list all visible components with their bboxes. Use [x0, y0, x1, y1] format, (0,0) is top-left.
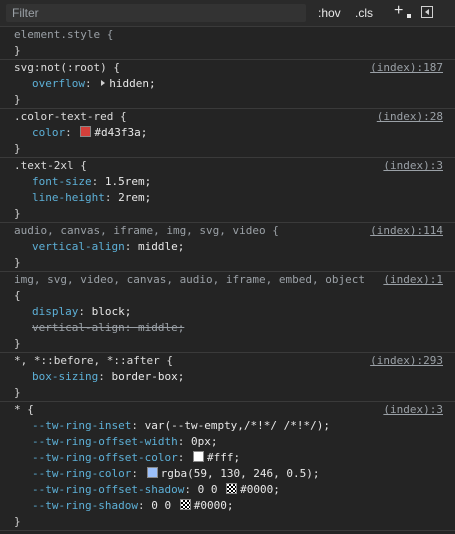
property-name: --tw-ring-shadow	[32, 499, 138, 512]
source-link[interactable]: (index):293	[370, 353, 443, 369]
source-link[interactable]: (index):28	[377, 109, 443, 125]
rule-color-text-red: .color-text-red { (index):28 color: #d43f…	[0, 109, 455, 158]
declaration[interactable]: --tw-ring-offset-width: 0px;	[0, 434, 455, 450]
property-name: --tw-ring-offset-color	[32, 451, 178, 464]
declaration[interactable]: font-size: 1.5rem;	[0, 174, 455, 190]
property-value: var(--tw-empty,/*!*/ /*!*/);	[144, 419, 331, 432]
source-link[interactable]: (index):187	[370, 60, 443, 76]
property-name: color	[32, 126, 66, 139]
property-value: 1.5rem;	[104, 175, 152, 188]
rule-universal-tw-ring: * { (index):3 --tw-ring-inset: var(--tw-e…	[0, 402, 455, 531]
toggle-sidebar-icon[interactable]	[421, 6, 433, 18]
rule-close: }	[14, 515, 21, 528]
color-swatch-icon[interactable]	[146, 467, 158, 478]
rule-close: }	[14, 386, 21, 399]
declaration[interactable]: --tw-ring-shadow: 0 0 #0000;	[0, 498, 455, 514]
cls-button[interactable]: .cls	[355, 5, 373, 21]
source-link[interactable]: (index):114	[370, 223, 443, 239]
rule-svg-not-root: svg:not(:root) { (index):187 overflow: hi…	[0, 60, 455, 109]
color-swatch-icon[interactable]	[80, 126, 92, 137]
property-name: --tw-ring-color	[32, 467, 132, 480]
property-value: #fff;	[206, 451, 241, 464]
rule-open: {	[14, 289, 21, 302]
property-name: --tw-ring-offset-shadow	[32, 483, 185, 496]
rule-selector[interactable]: svg:not(:root) {	[14, 61, 120, 74]
rule-selector[interactable]: element.style {	[0, 27, 455, 43]
property-name: --tw-ring-offset-width	[32, 435, 178, 448]
rule-selector[interactable]: img, svg, video, canvas, audio, iframe, …	[14, 273, 365, 286]
declaration[interactable]: box-sizing: border-box;	[0, 369, 455, 385]
declaration[interactable]: overflow: hidden;	[0, 76, 455, 92]
rule-selector[interactable]: *, *::before, *::after {	[14, 354, 173, 367]
declaration[interactable]: --tw-ring-offset-shadow: 0 0 #0000;	[0, 482, 455, 498]
rule-close: }	[14, 142, 21, 155]
property-value: 0 0	[151, 499, 178, 512]
property-value: middle;	[137, 321, 185, 334]
source-link[interactable]: (index):3	[383, 402, 443, 418]
property-name: --tw-ring-inset	[32, 419, 132, 432]
expand-triangle-icon[interactable]	[101, 80, 106, 86]
rule-close: }	[14, 207, 21, 220]
rule-selector[interactable]: .color-text-red {	[14, 110, 127, 123]
source-link[interactable]: (index):3	[383, 158, 443, 174]
rule-close: }	[14, 44, 21, 57]
property-name: vertical-align	[32, 321, 125, 334]
rule-close: }	[14, 93, 21, 106]
rule-text-2xl: .text-2xl {(index):3 font-size: 1.5rem; …	[0, 158, 455, 223]
rule-element-style: element.style { }	[0, 27, 455, 60]
new-rule-corner-icon	[407, 14, 411, 18]
property-value: middle;	[137, 240, 185, 253]
property-name: overflow	[32, 77, 85, 90]
property-value: rgba(59, 130, 246, 0.5);	[160, 467, 320, 480]
transparent-color-swatch-icon[interactable]	[179, 499, 191, 510]
property-value-color: #0000;	[193, 499, 234, 512]
property-value: block;	[91, 305, 132, 318]
property-name: vertical-align	[32, 240, 125, 253]
rule-close: }	[14, 256, 21, 269]
rule-selector[interactable]: .text-2xl {	[14, 159, 87, 172]
rule-universal-box-sizing: *, *::before, *::after { (index):293 box-…	[0, 353, 455, 402]
property-value: hidden;	[109, 77, 156, 90]
declaration[interactable]: vertical-align: middle;	[0, 239, 455, 255]
property-value-color: #0000;	[240, 483, 280, 496]
rule-selector[interactable]: audio, canvas, iframe, img, svg, video {	[14, 224, 279, 237]
rule-replaced-elements: img, svg, video, canvas, audio, iframe, …	[0, 272, 455, 353]
overridden-declaration[interactable]: vertical-align: middle;	[0, 320, 455, 336]
declaration[interactable]: --tw-ring-inset: var(--tw-empty,/*!*/ /*…	[0, 418, 455, 434]
transparent-color-swatch-icon[interactable]	[226, 483, 238, 494]
property-value: 2rem;	[118, 191, 152, 204]
property-name: line-height	[32, 191, 105, 204]
rule-media-elements: audio, canvas, iframe, img, svg, video {…	[0, 223, 455, 272]
hov-button[interactable]: :hov	[318, 5, 341, 21]
filter-input[interactable]	[6, 4, 306, 22]
property-value: 0px;	[190, 435, 218, 448]
property-value: 0 0	[197, 483, 225, 496]
declaration[interactable]: line-height: 2rem;	[0, 190, 455, 206]
property-value: border-box;	[111, 370, 185, 383]
rule-selector[interactable]: * {	[14, 403, 34, 416]
declaration[interactable]: display: block;	[0, 304, 455, 320]
declaration[interactable]: color: #d43f3a;	[0, 125, 455, 141]
color-swatch-icon[interactable]	[192, 451, 204, 462]
styles-toolbar: :hov .cls +	[0, 0, 455, 27]
property-value: #d43f3a;	[94, 126, 148, 139]
declaration[interactable]: --tw-ring-offset-color: #fff;	[0, 450, 455, 466]
property-name: box-sizing	[32, 370, 99, 383]
property-name: font-size	[32, 175, 92, 188]
rule-close: }	[14, 337, 21, 350]
new-style-rule-button[interactable]: +	[394, 3, 403, 19]
source-link[interactable]: (index):1	[383, 272, 443, 288]
property-name: display	[32, 305, 79, 318]
declaration[interactable]: --tw-ring-color: rgba(59, 130, 246, 0.5)…	[0, 466, 455, 482]
